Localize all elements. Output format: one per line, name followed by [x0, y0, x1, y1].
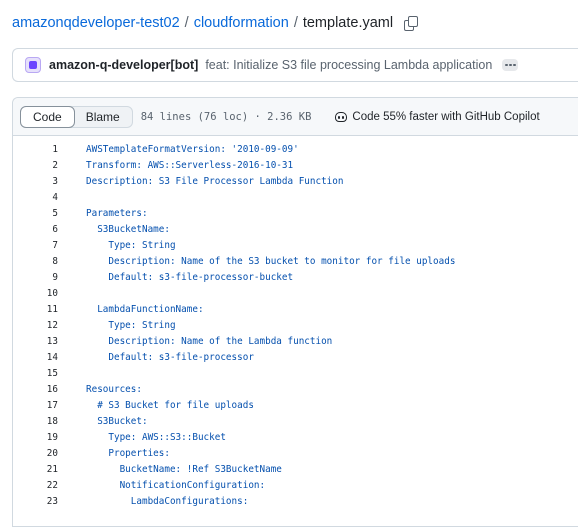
code-line: 1 AWSTemplateFormatVersion: '2010-09-09': [13, 141, 578, 157]
commit-message[interactable]: feat: Initialize S3 file processing Lamb…: [205, 58, 492, 72]
line-text: Type: AWS::S3::Bucket: [86, 431, 226, 443]
line-number[interactable]: 5: [13, 208, 58, 219]
line-number[interactable]: 11: [13, 304, 58, 315]
line-number[interactable]: 23: [13, 496, 58, 507]
code-line: 4: [13, 189, 578, 205]
line-text: Default: s3-file-processor: [86, 351, 254, 363]
line-text: Properties:: [86, 447, 170, 459]
code-line: 17 # S3 Bucket for file uploads: [13, 397, 578, 413]
line-number[interactable]: 1: [13, 144, 58, 155]
commit-author[interactable]: amazon-q-developer[bot]: [49, 58, 198, 72]
file-viewer: Code Blame 84 lines (76 loc) · 2.36 KB C…: [12, 97, 578, 527]
line-text: S3BucketName:: [86, 223, 170, 235]
line-number[interactable]: 14: [13, 352, 58, 363]
copy-path-icon[interactable]: [403, 15, 419, 31]
copilot-promo[interactable]: Code 55% faster with GitHub Copilot: [335, 110, 540, 123]
line-number[interactable]: 21: [13, 464, 58, 475]
line-number[interactable]: 12: [13, 320, 58, 331]
breadcrumb-separator: /: [293, 15, 298, 31]
line-text: Default: s3-file-processor-bucket: [86, 271, 294, 283]
code-line: 2 Transform: AWS::Serverless-2016-10-31: [13, 157, 578, 173]
breadcrumb: amazonqdeveloper-test02 / cloudformation…: [12, 12, 419, 34]
line-text: S3Bucket:: [86, 415, 148, 427]
code-line: 16 Resources:: [13, 381, 578, 397]
line-number[interactable]: 15: [13, 368, 58, 379]
code-line: 18 S3Bucket:: [13, 413, 578, 429]
line-number[interactable]: 10: [13, 288, 58, 299]
line-number[interactable]: 4: [13, 192, 58, 203]
line-number[interactable]: 7: [13, 240, 58, 251]
breadcrumb-separator: /: [184, 15, 189, 31]
line-text: BucketName: !Ref S3BucketName: [86, 463, 282, 475]
code-line: 23 LambdaConfigurations:: [13, 493, 578, 509]
code-body[interactable]: 1 AWSTemplateFormatVersion: '2010-09-09' 2…: [13, 136, 578, 509]
code-line: 8 Description: Name of the S3 bucket to …: [13, 253, 578, 269]
repo-link[interactable]: amazonqdeveloper-test02: [12, 15, 180, 31]
code-line: 14 Default: s3-file-processor: [13, 349, 578, 365]
line-number[interactable]: 22: [13, 480, 58, 491]
copilot-icon: [335, 111, 348, 122]
file-stats: 84 lines (76 loc) · 2.36 KB: [140, 110, 312, 123]
line-number[interactable]: 16: [13, 384, 58, 395]
latest-commit-bar: amazon-q-developer[bot] feat: Initialize…: [12, 48, 578, 82]
line-text: Transform: AWS::Serverless-2016-10-31: [86, 159, 294, 171]
code-line: 9 Default: s3-file-processor-bucket: [13, 269, 578, 285]
copilot-label: Code 55% faster with GitHub Copilot: [352, 110, 540, 123]
code-line: 3 Description: S3 File Processor Lambda F…: [13, 173, 578, 189]
line-number[interactable]: 18: [13, 416, 58, 427]
line-text: Description: Name of the Lambda function: [86, 335, 333, 347]
line-text: Type: String: [86, 239, 176, 251]
code-line: 11 LambdaFunctionName:: [13, 301, 578, 317]
code-line: 21 BucketName: !Ref S3BucketName: [13, 461, 578, 477]
code-line: 15: [13, 365, 578, 381]
blame-tab[interactable]: Blame: [74, 107, 132, 127]
code-line: 19 Type: AWS::S3::Bucket: [13, 429, 578, 445]
line-text: AWSTemplateFormatVersion: '2010-09-09': [86, 143, 299, 155]
line-text: Description: Name of the S3 bucket to mo…: [86, 255, 456, 267]
code-tab[interactable]: Code: [20, 105, 75, 128]
line-number[interactable]: 9: [13, 272, 58, 283]
bot-avatar[interactable]: [25, 57, 41, 73]
code-line: 10: [13, 285, 578, 301]
file-name: template.yaml: [302, 15, 394, 31]
line-number[interactable]: 2: [13, 160, 58, 171]
code-line: 13 Description: Name of the Lambda funct…: [13, 333, 578, 349]
line-text: LambdaConfigurations:: [86, 495, 249, 507]
file-header: Code Blame 84 lines (76 loc) · 2.36 KB C…: [13, 98, 578, 136]
code-line: 20 Properties:: [13, 445, 578, 461]
line-number[interactable]: 17: [13, 400, 58, 411]
line-number[interactable]: 3: [13, 176, 58, 187]
ellipsis-icon[interactable]: [502, 59, 519, 71]
code-line: 22 NotificationConfiguration:: [13, 477, 578, 493]
line-text: # S3 Bucket for file uploads: [86, 399, 254, 411]
code-line: 5 Parameters:: [13, 205, 578, 221]
line-number[interactable]: 8: [13, 256, 58, 267]
line-number[interactable]: 20: [13, 448, 58, 459]
line-number[interactable]: 19: [13, 432, 58, 443]
code-line: 12 Type: String: [13, 317, 578, 333]
line-text: NotificationConfiguration:: [86, 479, 266, 491]
line-number[interactable]: 13: [13, 336, 58, 347]
line-text: Type: String: [86, 319, 176, 331]
line-text: Parameters:: [86, 207, 148, 219]
line-text: Resources:: [86, 383, 142, 395]
line-text: LambdaFunctionName:: [86, 303, 204, 315]
code-line: 6 S3BucketName:: [13, 221, 578, 237]
folder-link[interactable]: cloudformation: [194, 15, 289, 31]
code-line: 7 Type: String: [13, 237, 578, 253]
line-number[interactable]: 6: [13, 224, 58, 235]
line-text: Description: S3 File Processor Lambda Fu…: [86, 175, 344, 187]
view-toggle: Code Blame: [20, 105, 133, 128]
